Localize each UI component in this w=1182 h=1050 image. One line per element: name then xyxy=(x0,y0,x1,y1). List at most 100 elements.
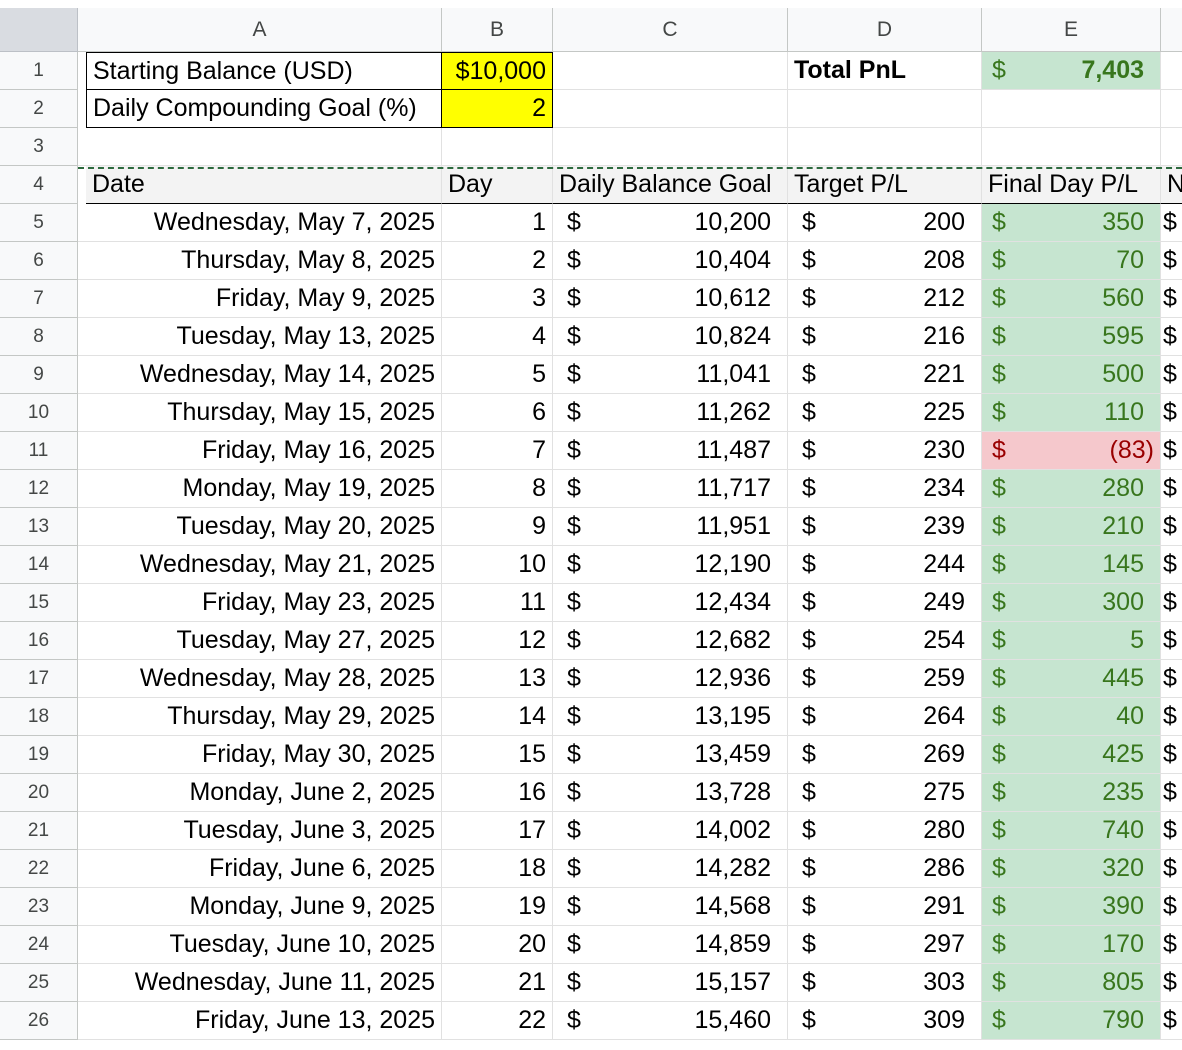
empty-cell[interactable] xyxy=(78,128,442,166)
column-header-c[interactable]: C xyxy=(553,8,788,52)
empty-cell[interactable] xyxy=(442,128,553,166)
next-column-cell[interactable]: $ xyxy=(1161,508,1182,546)
daily-balance-goal-cell[interactable]: $14,002 xyxy=(553,812,788,850)
empty-cell[interactable] xyxy=(553,52,788,90)
target-pl-cell[interactable]: $212 xyxy=(788,280,982,318)
day-cell[interactable]: 3 xyxy=(442,280,553,318)
final-day-pl-cell[interactable]: $70 xyxy=(982,242,1161,280)
final-day-pl-cell[interactable]: $740 xyxy=(982,812,1161,850)
day-cell[interactable]: 2 xyxy=(442,242,553,280)
row-number[interactable]: 7 xyxy=(0,280,78,318)
final-day-pl-cell[interactable]: $5 xyxy=(982,622,1161,660)
header-target-pl[interactable]: Target P/L xyxy=(788,166,982,204)
header-day[interactable]: Day xyxy=(442,166,553,204)
final-day-pl-cell[interactable]: $40 xyxy=(982,698,1161,736)
date-cell[interactable]: Friday, May 23, 2025 xyxy=(78,584,442,622)
final-day-pl-cell[interactable]: $560 xyxy=(982,280,1161,318)
empty-cell[interactable] xyxy=(982,90,1161,128)
final-day-pl-cell[interactable]: $210 xyxy=(982,508,1161,546)
final-day-pl-cell[interactable]: $805 xyxy=(982,964,1161,1002)
next-column-cell[interactable]: $ xyxy=(1161,1002,1182,1040)
row-number[interactable]: 26 xyxy=(0,1002,78,1040)
date-cell[interactable]: Monday, June 2, 2025 xyxy=(78,774,442,812)
row-number[interactable]: 8 xyxy=(0,318,78,356)
target-pl-cell[interactable]: $259 xyxy=(788,660,982,698)
daily-balance-goal-cell[interactable]: $11,951 xyxy=(553,508,788,546)
date-cell[interactable]: Thursday, May 15, 2025 xyxy=(78,394,442,432)
row-number[interactable]: 16 xyxy=(0,622,78,660)
day-cell[interactable]: 14 xyxy=(442,698,553,736)
date-cell[interactable]: Wednesday, June 11, 2025 xyxy=(78,964,442,1002)
target-pl-cell[interactable]: $200 xyxy=(788,204,982,242)
row-number[interactable]: 9 xyxy=(0,356,78,394)
target-pl-cell[interactable]: $269 xyxy=(788,736,982,774)
row-number[interactable]: 2 xyxy=(0,90,78,128)
target-pl-cell[interactable]: $244 xyxy=(788,546,982,584)
daily-balance-goal-cell[interactable]: $12,936 xyxy=(553,660,788,698)
date-cell[interactable]: Wednesday, May 28, 2025 xyxy=(78,660,442,698)
header-final-day-pl[interactable]: Final Day P/L xyxy=(982,166,1161,204)
next-column-cell[interactable]: $ xyxy=(1161,318,1182,356)
total-pnl-cell[interactable]: $7,403 xyxy=(982,52,1161,90)
row-number[interactable]: 18 xyxy=(0,698,78,736)
row-number[interactable]: 5 xyxy=(0,204,78,242)
row-number[interactable]: 6 xyxy=(0,242,78,280)
row-number[interactable]: 20 xyxy=(0,774,78,812)
next-column-cell[interactable]: $ xyxy=(1161,926,1182,964)
target-pl-cell[interactable]: $230 xyxy=(788,432,982,470)
final-day-pl-cell[interactable]: $170 xyxy=(982,926,1161,964)
next-column-cell[interactable]: $ xyxy=(1161,546,1182,584)
empty-cell[interactable] xyxy=(553,128,788,166)
daily-balance-goal-cell[interactable]: $10,200 xyxy=(553,204,788,242)
daily-balance-goal-cell[interactable]: $12,682 xyxy=(553,622,788,660)
final-day-pl-cell[interactable]: $500 xyxy=(982,356,1161,394)
row-number[interactable]: 1 xyxy=(0,52,78,90)
day-cell[interactable]: 21 xyxy=(442,964,553,1002)
next-column-cell[interactable]: $ xyxy=(1161,242,1182,280)
date-cell[interactable]: Friday, May 9, 2025 xyxy=(78,280,442,318)
empty-cell[interactable] xyxy=(553,90,788,128)
daily-goal-label-cell[interactable]: Daily Compounding Goal (%) xyxy=(86,90,442,128)
target-pl-cell[interactable]: $280 xyxy=(788,812,982,850)
total-pnl-label-cell[interactable]: Total PnL xyxy=(788,52,982,90)
day-cell[interactable]: 22 xyxy=(442,1002,553,1040)
row-number[interactable]: 22 xyxy=(0,850,78,888)
row-number[interactable]: 15 xyxy=(0,584,78,622)
date-cell[interactable]: Wednesday, May 21, 2025 xyxy=(78,546,442,584)
final-day-pl-cell[interactable]: $350 xyxy=(982,204,1161,242)
final-day-pl-cell[interactable]: $390 xyxy=(982,888,1161,926)
empty-cell[interactable] xyxy=(1161,52,1182,90)
row-number[interactable]: 19 xyxy=(0,736,78,774)
daily-balance-goal-cell[interactable]: $12,434 xyxy=(553,584,788,622)
daily-balance-goal-cell[interactable]: $14,282 xyxy=(553,850,788,888)
header-next-column[interactable]: N xyxy=(1161,166,1182,204)
date-cell[interactable]: Tuesday, May 20, 2025 xyxy=(78,508,442,546)
day-cell[interactable]: 6 xyxy=(442,394,553,432)
empty-cell[interactable] xyxy=(788,128,982,166)
daily-balance-goal-cell[interactable]: $14,568 xyxy=(553,888,788,926)
empty-cell[interactable] xyxy=(1161,128,1182,166)
next-column-cell[interactable]: $ xyxy=(1161,850,1182,888)
empty-cell[interactable] xyxy=(788,90,982,128)
next-column-cell[interactable]: $ xyxy=(1161,812,1182,850)
empty-cell[interactable] xyxy=(982,128,1161,166)
date-cell[interactable]: Monday, June 9, 2025 xyxy=(78,888,442,926)
date-cell[interactable]: Thursday, May 29, 2025 xyxy=(78,698,442,736)
select-all-corner[interactable] xyxy=(0,8,78,52)
daily-balance-goal-cell[interactable]: $15,157 xyxy=(553,964,788,1002)
next-column-cell[interactable]: $ xyxy=(1161,356,1182,394)
final-day-pl-cell[interactable]: $425 xyxy=(982,736,1161,774)
daily-balance-goal-cell[interactable]: $15,460 xyxy=(553,1002,788,1040)
final-day-pl-cell[interactable]: $790 xyxy=(982,1002,1161,1040)
row-number[interactable]: 3 xyxy=(0,128,78,166)
day-cell[interactable]: 10 xyxy=(442,546,553,584)
daily-balance-goal-cell[interactable]: $13,728 xyxy=(553,774,788,812)
date-cell[interactable]: Friday, June 13, 2025 xyxy=(78,1002,442,1040)
next-column-cell[interactable]: $ xyxy=(1161,736,1182,774)
final-day-pl-cell[interactable]: $320 xyxy=(982,850,1161,888)
final-day-pl-cell[interactable]: $300 xyxy=(982,584,1161,622)
next-column-cell[interactable]: $ xyxy=(1161,584,1182,622)
final-day-pl-cell[interactable]: $445 xyxy=(982,660,1161,698)
day-cell[interactable]: 16 xyxy=(442,774,553,812)
next-column-cell[interactable]: $ xyxy=(1161,204,1182,242)
